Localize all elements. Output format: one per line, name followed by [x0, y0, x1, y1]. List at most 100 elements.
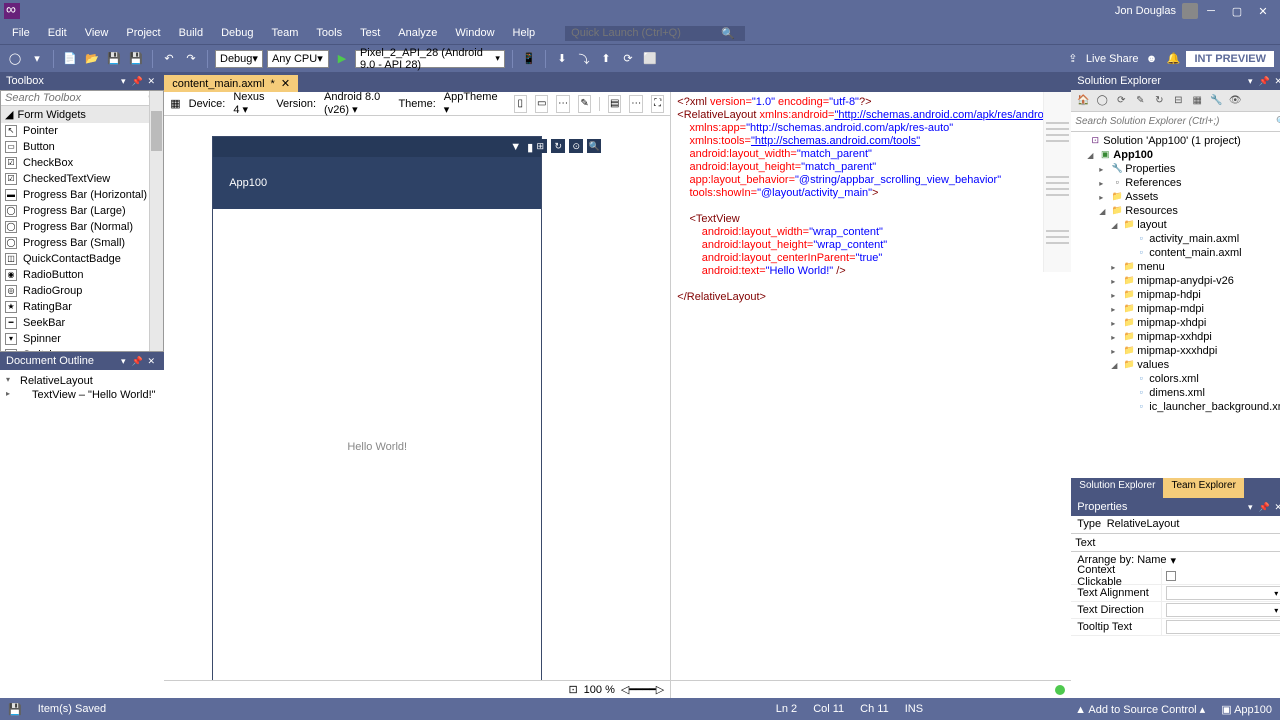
- step-out-icon[interactable]: ⬆: [597, 50, 615, 68]
- menu-file[interactable]: File: [4, 25, 38, 41]
- outline-child[interactable]: TextView – "Hello World!": [4, 388, 160, 402]
- outline-root[interactable]: RelativeLayout: [4, 374, 160, 388]
- tree-dimens-xml[interactable]: ▫dimens.xml: [1073, 386, 1280, 400]
- menu-team[interactable]: Team: [264, 25, 307, 41]
- overlay-zoom-icon[interactable]: ⊞: [533, 139, 547, 153]
- sol-back-icon[interactable]: ◯: [1094, 93, 1110, 109]
- config-select[interactable]: Debug ▾: [215, 50, 263, 68]
- overlay-settings-icon[interactable]: ⊙: [569, 139, 583, 153]
- toolbox-item-checkedtextview[interactable]: ☑CheckedTextView: [1, 171, 163, 187]
- portrait-icon[interactable]: ▯: [514, 95, 527, 113]
- solution-close-icon[interactable]: ✕: [1271, 76, 1280, 87]
- toolbox-item-radiobutton[interactable]: ◉RadioButton: [1, 267, 163, 283]
- expand-icon[interactable]: ⛶: [651, 95, 664, 113]
- checkbox-icon[interactable]: [1166, 571, 1176, 581]
- sol-pen-icon[interactable]: ✎: [1132, 93, 1148, 109]
- source-control-button[interactable]: ▲ Add to Source Control ▴: [1075, 703, 1205, 716]
- tree-mipmap-hdpi[interactable]: ▸📁mipmap-hdpi: [1073, 288, 1280, 302]
- undo-button[interactable]: ↶: [160, 50, 178, 68]
- version-select[interactable]: Android 8.0 (v26) ▾: [324, 91, 390, 116]
- tab-close-icon[interactable]: ✕: [281, 77, 290, 90]
- toolbox-scrollbar[interactable]: [149, 91, 163, 351]
- tree-solution[interactable]: ⊡Solution 'App100' (1 project): [1073, 134, 1280, 148]
- menu-edit[interactable]: Edit: [40, 25, 75, 41]
- code-editor[interactable]: <?xml version="1.0" encoding="utf-8"?> <…: [671, 92, 1071, 680]
- zoom-value[interactable]: 100 %: [584, 684, 615, 696]
- solution-pin-icon[interactable]: 📌: [1257, 76, 1271, 87]
- menu-test[interactable]: Test: [352, 25, 388, 41]
- menu-debug[interactable]: Debug: [213, 25, 261, 41]
- sol-collapse-icon[interactable]: ⊟: [1170, 93, 1186, 109]
- overlay-search-icon[interactable]: 🔍: [587, 139, 601, 153]
- back-button[interactable]: ◯: [6, 50, 24, 68]
- sol-refresh-icon[interactable]: ↻: [1151, 93, 1167, 109]
- save-all-button[interactable]: 💾: [127, 50, 145, 68]
- tab-solution-explorer[interactable]: Solution Explorer: [1071, 478, 1163, 498]
- start-button[interactable]: ▶: [333, 50, 351, 68]
- designer-canvas[interactable]: ⊞ ↻ ⊙ 🔍 ▼ ▮ App100 Hell: [164, 116, 670, 680]
- solution-dropdown-icon[interactable]: ▾: [1243, 76, 1257, 87]
- tree-content-main[interactable]: ▫content_main.axml: [1073, 246, 1280, 260]
- liveshare-label[interactable]: Live Share: [1086, 53, 1139, 65]
- properties-dropdown-icon[interactable]: ▾: [1243, 502, 1257, 513]
- zoom-slider[interactable]: ◁━━━━▷: [621, 683, 664, 696]
- prop-row-tooltip-text[interactable]: Tooltip Text: [1071, 619, 1280, 636]
- edit-icon[interactable]: ✎: [578, 95, 591, 113]
- tree-assets[interactable]: ▸📁Assets: [1073, 190, 1280, 204]
- toolbox-item-progress-h[interactable]: ▬Progress Bar (Horizontal): [1, 187, 163, 203]
- tree-colors-xml[interactable]: ▫colors.xml: [1073, 372, 1280, 386]
- device-preview[interactable]: ⊞ ↻ ⊙ 🔍 ▼ ▮ App100 Hell: [212, 136, 542, 680]
- tree-activity-main[interactable]: ▫activity_main.axml: [1073, 232, 1280, 246]
- tree-launcher-bg[interactable]: ▫ic_launcher_background.xml: [1073, 400, 1280, 414]
- liveshare-icon[interactable]: ⇪: [1064, 50, 1082, 68]
- close-button[interactable]: ✕: [1250, 5, 1276, 18]
- solution-search[interactable]: 🔍: [1071, 112, 1280, 132]
- overlay-refresh-icon[interactable]: ↻: [551, 139, 565, 153]
- tree-mipmap-xxxhdpi[interactable]: ▸📁mipmap-xxxhdpi: [1073, 344, 1280, 358]
- minimize-button[interactable]: ─: [1198, 5, 1224, 17]
- tree-resources[interactable]: ◢📁Resources: [1073, 204, 1280, 218]
- toolbox-item-switch[interactable]: ⊙Switch: [1, 347, 163, 352]
- grid-icon[interactable]: ▦: [170, 97, 180, 110]
- toolbox-dropdown-icon[interactable]: ▾: [116, 76, 130, 87]
- toolbox-search[interactable]: 🔍: [1, 91, 163, 106]
- tree-layout[interactable]: ◢📁layout: [1073, 218, 1280, 232]
- toolbox-group[interactable]: ◢Form Widgets: [1, 106, 163, 123]
- solution-search-input[interactable]: [1075, 116, 1276, 127]
- properties-close-icon[interactable]: ✕: [1271, 502, 1280, 513]
- platform-select[interactable]: Any CPU ▾: [267, 50, 329, 68]
- sol-showall-icon[interactable]: ▦: [1189, 93, 1205, 109]
- toolbox-search-input[interactable]: [5, 92, 148, 104]
- zoom-fit-icon[interactable]: ⊡: [568, 683, 577, 696]
- prop-row-context-clickable[interactable]: Context Clickable: [1071, 568, 1280, 585]
- text-input[interactable]: [1166, 620, 1280, 634]
- toolbox-item-progress-s[interactable]: ◯Progress Bar (Small): [1, 235, 163, 251]
- tree-menu[interactable]: ▸📁menu: [1073, 260, 1280, 274]
- toolbox-pin-icon[interactable]: 📌: [130, 76, 144, 87]
- menu-tools[interactable]: Tools: [308, 25, 350, 41]
- open-button[interactable]: 📂: [83, 50, 101, 68]
- sol-preview-icon[interactable]: 👁: [1227, 93, 1243, 109]
- maximize-button[interactable]: ▢: [1224, 5, 1250, 18]
- more-icon[interactable]: ⋯: [556, 95, 569, 113]
- prop-row-text-alignment[interactable]: Text Alignment ▾: [1071, 585, 1280, 602]
- toolbox-item-quickcontact[interactable]: ◫QuickContactBadge: [1, 251, 163, 267]
- properties-pin-icon[interactable]: 📌: [1257, 502, 1271, 513]
- tree-mipmap-anydpi[interactable]: ▸📁mipmap-anydpi-v26: [1073, 274, 1280, 288]
- stop-icon[interactable]: ⬜: [641, 50, 659, 68]
- tree-mipmap-xhdpi[interactable]: ▸📁mipmap-xhdpi: [1073, 316, 1280, 330]
- menu-project[interactable]: Project: [118, 25, 168, 41]
- sol-props-icon[interactable]: 🔧: [1208, 93, 1224, 109]
- combo-select[interactable]: ▾: [1166, 603, 1280, 617]
- menu-build[interactable]: Build: [171, 25, 211, 41]
- restart-icon[interactable]: ⟳: [619, 50, 637, 68]
- tree-project[interactable]: ◢▣App100: [1073, 148, 1280, 162]
- forward-button[interactable]: ▾: [28, 50, 46, 68]
- menu-window[interactable]: Window: [447, 25, 502, 41]
- code-minimap[interactable]: [1043, 92, 1071, 272]
- target-select[interactable]: Pixel_2_API_28 (Android 9.0 - API 28) ▾: [355, 50, 505, 68]
- sol-sync-icon[interactable]: ⟳: [1113, 93, 1129, 109]
- properties-search-input[interactable]: [1101, 537, 1278, 548]
- outline-close-icon[interactable]: ✕: [144, 356, 158, 367]
- toolbox-item-seekbar[interactable]: ━SeekBar: [1, 315, 163, 331]
